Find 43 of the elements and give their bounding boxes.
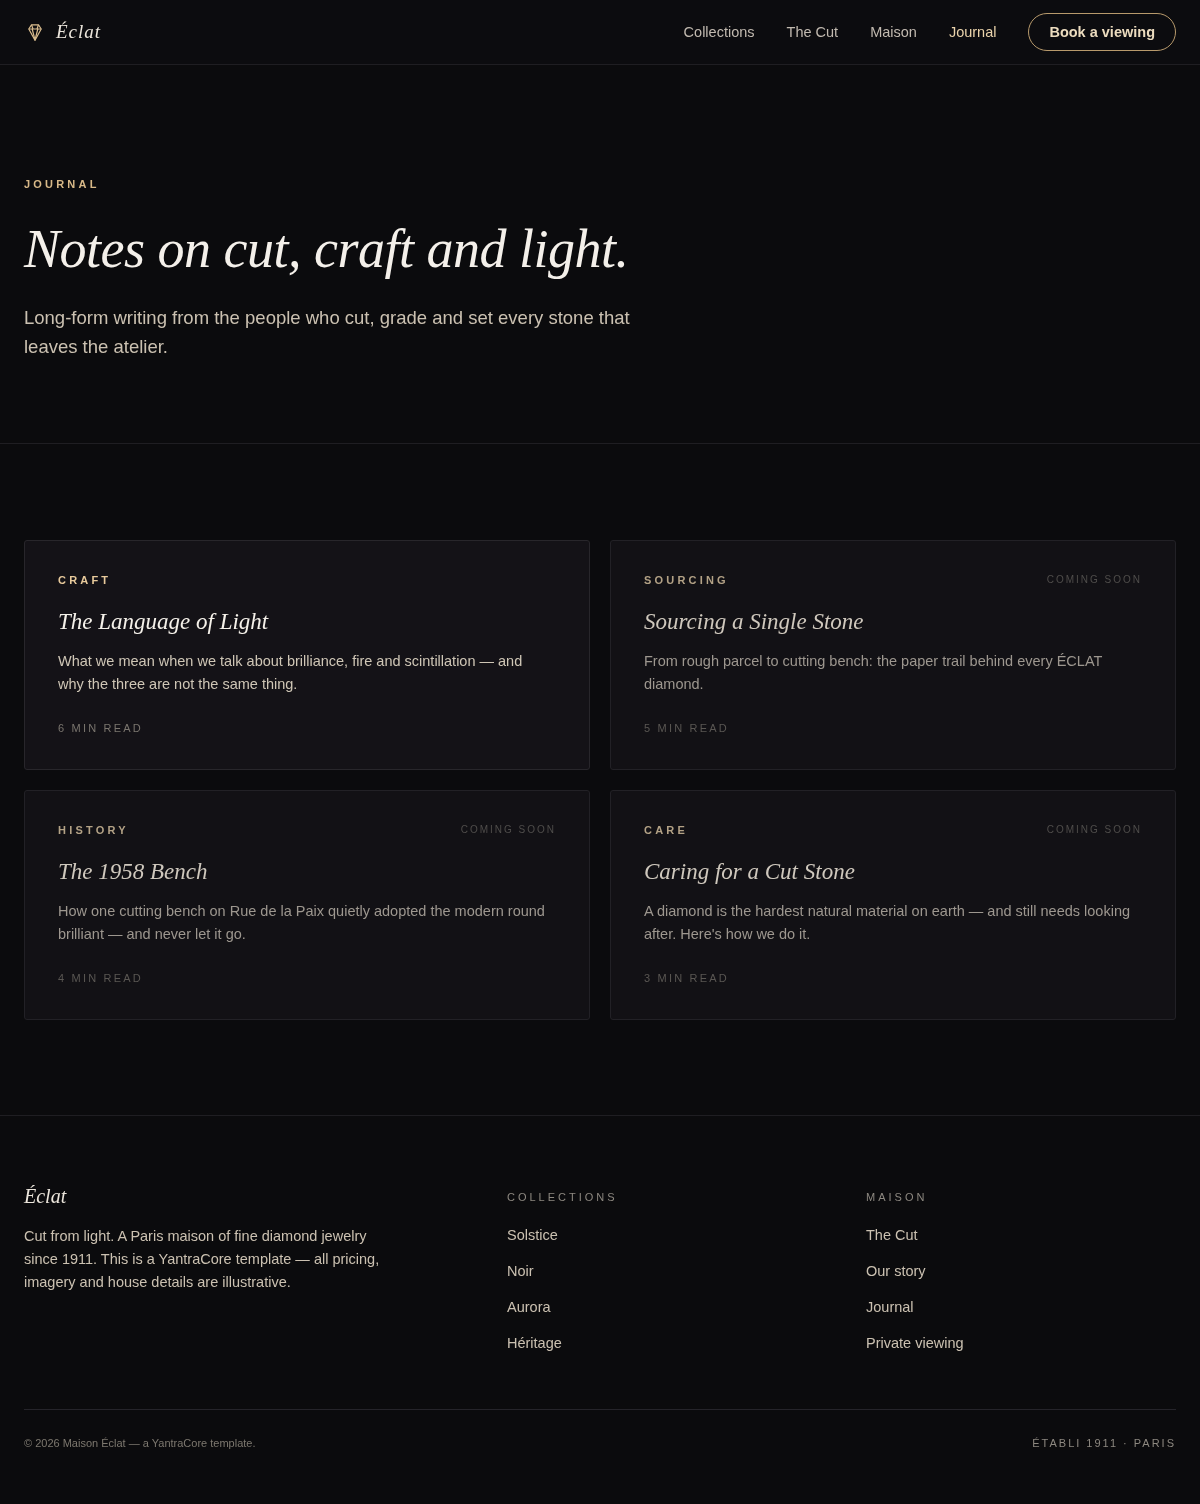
brand-logo[interactable]: Éclat bbox=[56, 21, 102, 43]
footer-link[interactable]: Solstice bbox=[507, 1224, 558, 1247]
article-summary: From rough parcel to cutting bench: the paper trail behind every ÉCLAT diamond. bbox=[644, 652, 1104, 694]
footer-link[interactable]: Private viewing bbox=[866, 1332, 964, 1355]
footer-link[interactable]: Journal bbox=[866, 1296, 914, 1319]
footer-link[interactable]: Our story bbox=[866, 1260, 926, 1283]
read-time: 6 MIN READ bbox=[58, 721, 144, 735]
footer-link[interactable]: Aurora bbox=[507, 1296, 551, 1319]
page-headline: Notes on cut, craft and light. bbox=[24, 218, 630, 281]
footer-column-heading: COLLECTIONS bbox=[507, 1190, 619, 1204]
coming-soon-label: COMING SOON bbox=[1046, 823, 1142, 837]
footer-blurb: Cut from light. A Paris maison of fine diamond jewelry since 1911. This is a YantraCore template — all pricing, imagery and house details are illustrative. bbox=[24, 1227, 381, 1292]
article-card[interactable]: CRAFT The Language of Light What we mean when we talk about brilliance, fire and scintillation — and why the three are not the same thing. 6 MIN READ bbox=[24, 540, 590, 770]
article-category: CRAFT bbox=[58, 573, 112, 587]
article-category: CARE bbox=[644, 823, 688, 837]
footer-link[interactable]: The Cut bbox=[866, 1224, 918, 1247]
section-eyebrow: JOURNAL bbox=[24, 177, 101, 191]
footer-link[interactable]: Noir bbox=[507, 1260, 534, 1283]
copyright-text: © 2026 Maison Éclat — a YantraCore template. bbox=[24, 1436, 256, 1450]
read-time: 3 MIN READ bbox=[644, 971, 730, 985]
article-summary: How one cutting bench on Rue de la Paix quietly adopted the modern round brilliant — and never let it go. bbox=[58, 902, 546, 944]
article-title: Caring for a Cut Stone bbox=[644, 858, 856, 886]
footer-link[interactable]: Héritage bbox=[507, 1332, 562, 1355]
nav-link[interactable]: Maison bbox=[870, 24, 917, 40]
coming-soon-label: COMING SOON bbox=[1046, 573, 1142, 587]
coming-soon-label: COMING SOON bbox=[460, 823, 556, 837]
footer-brand: Éclat bbox=[24, 1184, 68, 1208]
article-summary: What we mean when we talk about brilliance, fire and scintillation — and why the three are not the same thing. bbox=[58, 652, 524, 694]
footer-tagline: ÉTABLI 1911 · PARIS bbox=[1032, 1436, 1176, 1450]
footer-column-heading: MAISON bbox=[866, 1190, 929, 1204]
nav-link[interactable]: Journal bbox=[948, 24, 997, 40]
read-time: 5 MIN READ bbox=[644, 721, 730, 735]
nav-link[interactable]: The Cut bbox=[786, 24, 839, 40]
gem-icon bbox=[28, 23, 42, 41]
intro-text: Long-form writing from the people who cut, grade and set every stone that leaves the atelier. bbox=[24, 306, 631, 359]
article-category: HISTORY bbox=[58, 823, 129, 837]
nav-link[interactable]: Collections bbox=[683, 24, 755, 40]
read-time: 4 MIN READ bbox=[58, 971, 144, 985]
article-summary: A diamond is the hardest natural material on earth — and still needs looking after. Here's how we do it. bbox=[644, 902, 1132, 944]
article-title: The Language of Light bbox=[58, 608, 270, 636]
article-category: SOURCING bbox=[644, 573, 729, 587]
article-title: Sourcing a Single Stone bbox=[644, 608, 865, 636]
article-title: The 1958 Bench bbox=[58, 858, 209, 886]
